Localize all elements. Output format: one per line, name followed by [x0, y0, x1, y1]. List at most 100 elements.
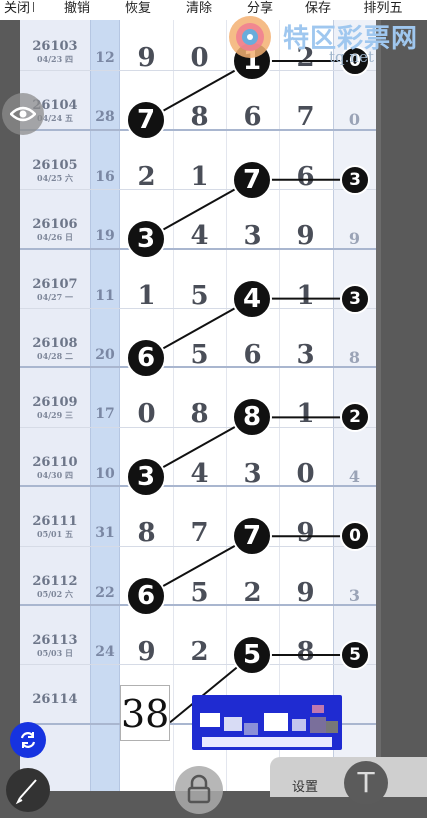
settings-button[interactable]: 设置: [292, 776, 318, 795]
issue-date: 04/29 三: [37, 410, 73, 421]
highlight-ball[interactable]: 7: [232, 516, 272, 557]
digit-cell[interactable]: 6: [279, 162, 332, 192]
site-logo-icon: [229, 16, 271, 58]
highlight-ball[interactable]: 3: [340, 283, 370, 314]
refresh-button[interactable]: [10, 722, 46, 758]
highlight-ball[interactable]: 3: [126, 456, 166, 497]
digit-cell[interactable]: 8: [279, 637, 332, 667]
digit-cell[interactable]: 0: [173, 43, 226, 73]
undo-button[interactable]: 撤销: [34, 0, 120, 20]
digit-cell[interactable]: 3: [226, 221, 279, 251]
issue-cell: 26106 04/26 日: [20, 217, 90, 243]
digit-cell[interactable]: 1: [279, 281, 332, 311]
fifth-digit-cell[interactable]: 9: [333, 229, 376, 248]
digit-cell[interactable]: 4: [173, 459, 226, 489]
issue-date: 04/28 二: [37, 351, 73, 361]
issue-date: 05/03 日: [37, 648, 73, 658]
highlight-ball[interactable]: 6: [126, 575, 166, 616]
digit-cell[interactable]: 1: [173, 162, 226, 192]
sum-cell: 22: [95, 584, 115, 601]
pen-icon: [15, 779, 37, 805]
digit-cell[interactable]: 7: [173, 518, 226, 548]
sum-cell: 10: [95, 465, 115, 482]
digit-cell[interactable]: 9: [120, 637, 173, 667]
digit-cell[interactable]: 5: [173, 578, 226, 608]
issue-cell: 26110 04/30 四: [20, 455, 90, 481]
digit-cell[interactable]: 8: [173, 102, 226, 132]
fifth-digit-cell[interactable]: 8: [333, 348, 376, 367]
issue-cell: 26113 05/03 日: [20, 633, 90, 659]
pixelated-banner: [192, 695, 342, 750]
digit-cell[interactable]: 8: [120, 518, 173, 548]
issue-number: 26112: [32, 573, 78, 589]
sum-cell: 19: [95, 228, 115, 245]
issue-date: 04/23 四: [37, 54, 73, 64]
sum-cell: 24: [95, 644, 115, 660]
digit-cell[interactable]: 8: [173, 399, 226, 429]
issue-number: 26114: [32, 692, 78, 708]
highlight-ball[interactable]: 4: [232, 278, 272, 319]
eye-toggle-button[interactable]: [2, 93, 44, 135]
digit-cell[interactable]: 9: [279, 578, 332, 608]
highlight-ball[interactable]: 0: [340, 521, 370, 552]
issue-date: 04/25 六: [37, 172, 73, 183]
redo-button[interactable]: 恢复: [120, 0, 156, 20]
fifth-digit-cell[interactable]: 4: [333, 467, 376, 486]
highlight-ball[interactable]: 5: [232, 635, 272, 675]
refresh-icon: [20, 732, 36, 748]
site-watermark: 特区彩票网 tq.net: [225, 8, 425, 68]
issue-number: 26111: [32, 514, 78, 530]
prediction-box[interactable]: 38: [120, 685, 170, 741]
digit-cell[interactable]: 9: [279, 221, 332, 251]
issue-number: 26108: [32, 336, 78, 351]
digit-cell[interactable]: 1: [279, 399, 332, 429]
close-button[interactable]: 关闭: [0, 0, 34, 20]
sum-cell: 11: [95, 287, 115, 304]
sum-cell: 31: [95, 525, 115, 542]
digit-cell[interactable]: 5: [173, 340, 226, 370]
digit-cell[interactable]: 4: [173, 221, 226, 251]
issue-date: 05/01 五: [37, 529, 73, 540]
issue-cell: 26103 04/23 四: [20, 39, 90, 65]
pen-tool-button[interactable]: [6, 768, 50, 812]
digit-cell[interactable]: 5: [173, 281, 226, 311]
issue-number: 26105: [32, 157, 78, 173]
eye-icon: [10, 106, 36, 122]
highlight-ball[interactable]: 3: [126, 219, 166, 260]
digit-cell[interactable]: 7: [279, 102, 332, 132]
sum-cell: 16: [95, 168, 115, 185]
digit-cell[interactable]: 2: [226, 578, 279, 608]
digit-cell[interactable]: 0: [120, 399, 173, 429]
digit-cell[interactable]: 6: [226, 102, 279, 132]
lock-icon: [187, 774, 211, 804]
text-tool-button[interactable]: T: [344, 761, 388, 805]
lock-button[interactable]: [175, 766, 223, 814]
sum-cell: 28: [95, 109, 115, 126]
digit-cell[interactable]: 2: [120, 162, 173, 192]
sum-cell: 20: [95, 347, 115, 363]
digit-cell[interactable]: 3: [279, 340, 332, 370]
issue-cell: 26114: [20, 692, 90, 707]
highlight-ball[interactable]: 7: [232, 159, 272, 200]
digit-cell[interactable]: 1: [120, 281, 173, 311]
highlight-ball[interactable]: 5: [340, 640, 370, 670]
highlight-ball[interactable]: 6: [126, 338, 166, 378]
digit-cell[interactable]: 9: [120, 43, 173, 73]
digit-cell[interactable]: 9: [279, 518, 332, 548]
digit-cell[interactable]: 0: [279, 459, 332, 489]
issue-number: 26106: [32, 217, 78, 233]
scrollbar[interactable]: [376, 20, 381, 791]
digit-cell[interactable]: 2: [173, 637, 226, 667]
issue-cell: 26107 04/27 一: [20, 277, 90, 303]
lottery-trend-sheet[interactable]: 2610304/23 四12901202610404/24 五287867026…: [20, 20, 376, 791]
fifth-digit-cell[interactable]: 0: [333, 110, 376, 129]
fifth-digit-cell[interactable]: 3: [333, 586, 376, 605]
highlight-ball[interactable]: 3: [340, 164, 370, 195]
issue-date: 04/30 四: [37, 469, 73, 480]
sum-cell: 17: [95, 406, 115, 423]
issue-cell: 26109 04/29 三: [20, 395, 90, 421]
issue-number: 26113: [32, 633, 78, 648]
digit-cell[interactable]: 3: [226, 459, 279, 489]
digit-cell[interactable]: 6: [226, 340, 279, 370]
issue-cell: 26105 04/25 六: [20, 158, 90, 184]
